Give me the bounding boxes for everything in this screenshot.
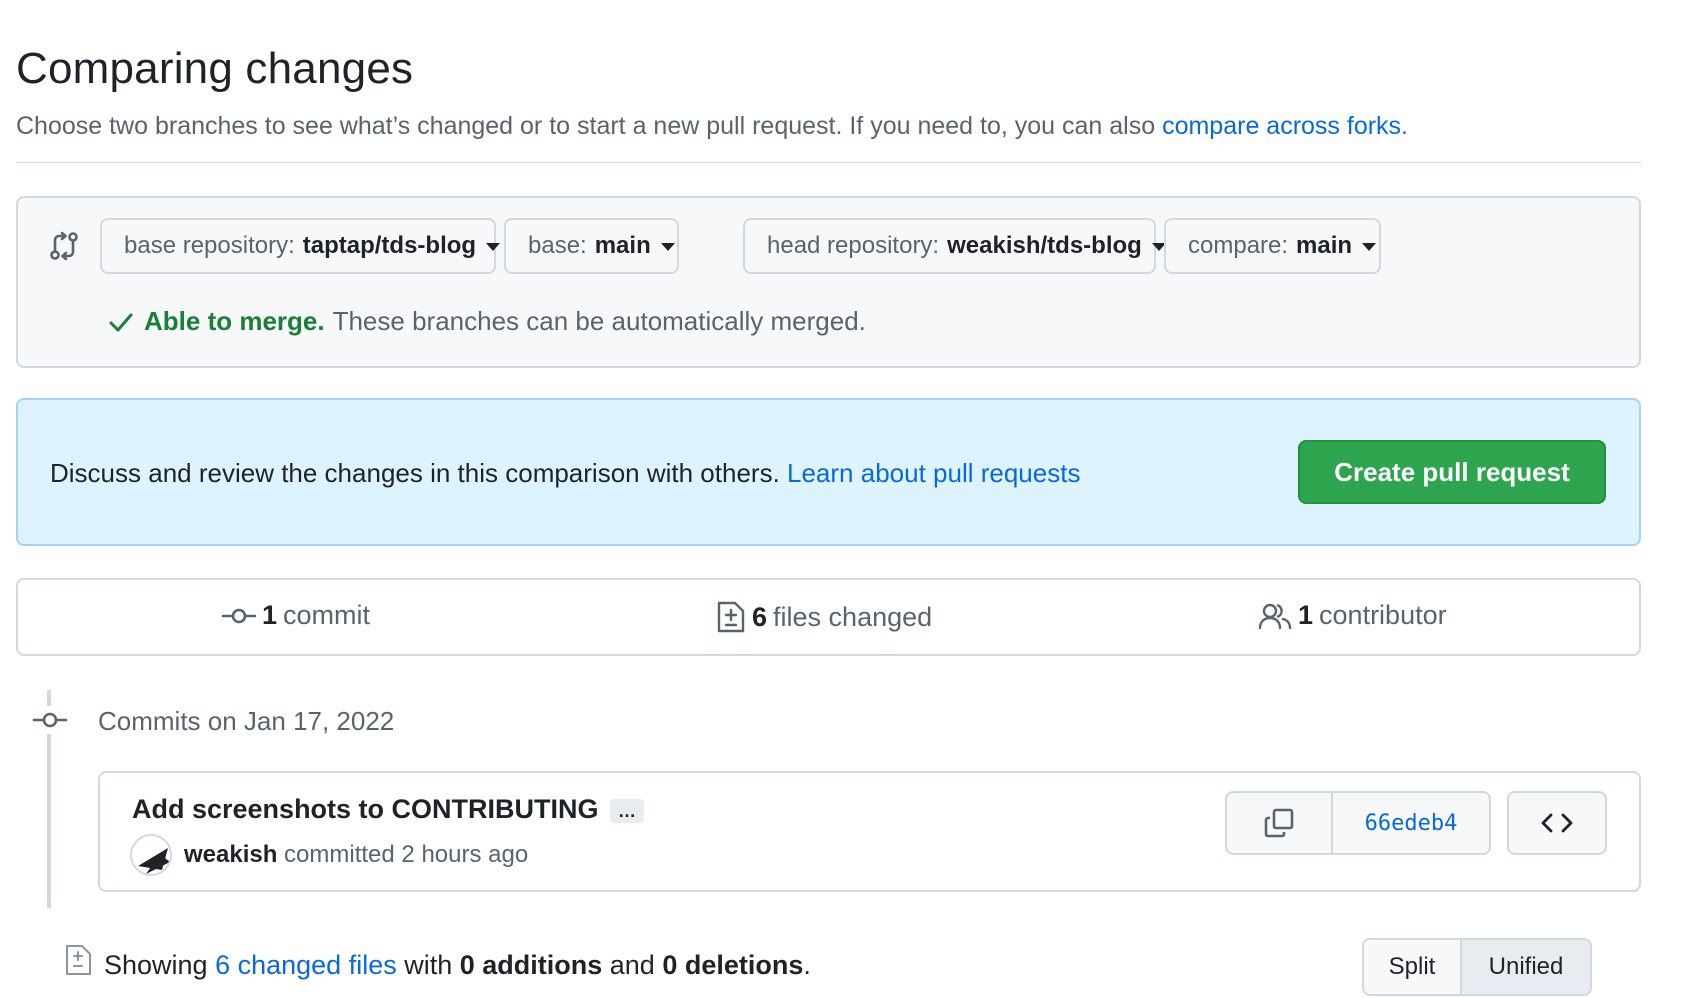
banner-text: Discuss and review the changes in this c… bbox=[50, 458, 1080, 489]
banner-message: Discuss and review the changes in this c… bbox=[50, 458, 788, 488]
split-view-button[interactable]: Split bbox=[1364, 940, 1462, 994]
head-repository-select[interactable]: head repository: weakish/tds-blog bbox=[743, 218, 1166, 274]
contributors-label: contributor bbox=[1319, 600, 1447, 630]
git-commit-icon bbox=[32, 706, 68, 734]
commit-sha-group: 66edeb4 bbox=[1225, 791, 1491, 855]
merge-status: Able to merge. These branches can be aut… bbox=[108, 306, 866, 337]
subtitle-end: . bbox=[1401, 112, 1408, 140]
page-title: Comparing changes bbox=[16, 44, 414, 93]
deletions-count: 0 deletions bbox=[662, 950, 804, 980]
copy-icon bbox=[1264, 808, 1294, 838]
code-icon bbox=[1541, 813, 1573, 833]
commit-meta: weakish committed 2 hours ago bbox=[184, 841, 528, 869]
unified-view-button[interactable]: Unified bbox=[1462, 940, 1590, 994]
head-repository-value: weakish/tds-blog bbox=[947, 232, 1142, 259]
commit-time: committed 2 hours ago bbox=[277, 841, 529, 868]
files-summary-link[interactable]: 6 files changed bbox=[716, 600, 932, 634]
merge-status-detail: These branches can be automatically merg… bbox=[332, 306, 866, 336]
commits-date-heading: Commits on Jan 17, 2022 bbox=[98, 706, 395, 736]
diff-view-toggle: Split Unified bbox=[1362, 938, 1592, 996]
git-compare-icon bbox=[50, 231, 78, 261]
head-repository-label: head repository: bbox=[767, 232, 940, 259]
caret-down-icon bbox=[486, 243, 501, 251]
additions-count: 0 additions bbox=[459, 950, 603, 980]
create-pull-request-button[interactable]: Create pull request bbox=[1298, 440, 1606, 504]
base-repository-select[interactable]: base repository: taptap/tds-blog bbox=[100, 218, 501, 274]
copy-sha-button[interactable] bbox=[1227, 793, 1333, 853]
check-icon bbox=[109, 313, 133, 331]
commits-label: commit bbox=[283, 600, 371, 630]
page-subtitle: Choose two branches to see what’s change… bbox=[16, 112, 1408, 141]
caret-down-icon bbox=[1362, 243, 1377, 251]
showing-prefix: Showing bbox=[104, 950, 216, 980]
contributors-summary-link[interactable]: 1 contributor bbox=[1258, 600, 1447, 631]
base-branch-label: base: bbox=[528, 232, 587, 259]
files-label: files changed bbox=[773, 601, 933, 632]
git-commit-icon bbox=[222, 608, 256, 623]
contributors-count: 1 bbox=[1298, 600, 1314, 630]
base-branch-select[interactable]: base: main bbox=[504, 218, 679, 274]
avatar[interactable] bbox=[130, 834, 172, 876]
commits-count: 1 bbox=[262, 600, 278, 630]
merge-status-label: Able to merge. bbox=[144, 306, 325, 336]
commit-sha-link[interactable]: 66edeb4 bbox=[1333, 793, 1489, 853]
file-diff-icon bbox=[66, 945, 91, 975]
commit-author-link[interactable]: weakish bbox=[184, 841, 277, 868]
subtitle-text: Choose two branches to see what’s change… bbox=[16, 112, 1163, 140]
compare-across-forks-link[interactable]: compare across forks bbox=[1162, 112, 1401, 140]
people-icon bbox=[1258, 603, 1292, 629]
expand-commit-message-button[interactable]: … bbox=[610, 799, 644, 823]
diff-summary: Showing 6 changed files with 0 additions… bbox=[104, 950, 811, 981]
file-diff-icon bbox=[717, 601, 745, 633]
showing-suffix: . bbox=[803, 950, 811, 980]
base-branch-value: main bbox=[594, 232, 651, 259]
files-count: 6 bbox=[752, 601, 768, 632]
caret-down-icon bbox=[660, 243, 675, 251]
compare-branch-value: main bbox=[1296, 232, 1353, 259]
compare-branch-label: compare: bbox=[1188, 232, 1289, 259]
showing-mid1: with bbox=[396, 950, 460, 980]
browse-repository-button[interactable] bbox=[1507, 791, 1607, 855]
commits-summary-link[interactable]: 1 commit bbox=[222, 600, 370, 631]
base-repository-value: taptap/tds-blog bbox=[302, 232, 477, 259]
base-repository-label: base repository: bbox=[124, 232, 295, 259]
learn-pull-requests-link[interactable]: Learn about pull requests bbox=[787, 458, 1080, 488]
compare-branch-select[interactable]: compare: main bbox=[1164, 218, 1381, 274]
showing-mid2: and bbox=[602, 950, 663, 980]
divider bbox=[16, 162, 1641, 163]
changed-files-link[interactable]: 6 changed files bbox=[215, 950, 397, 980]
commit-title-link[interactable]: Add screenshots to CONTRIBUTING bbox=[132, 794, 599, 825]
